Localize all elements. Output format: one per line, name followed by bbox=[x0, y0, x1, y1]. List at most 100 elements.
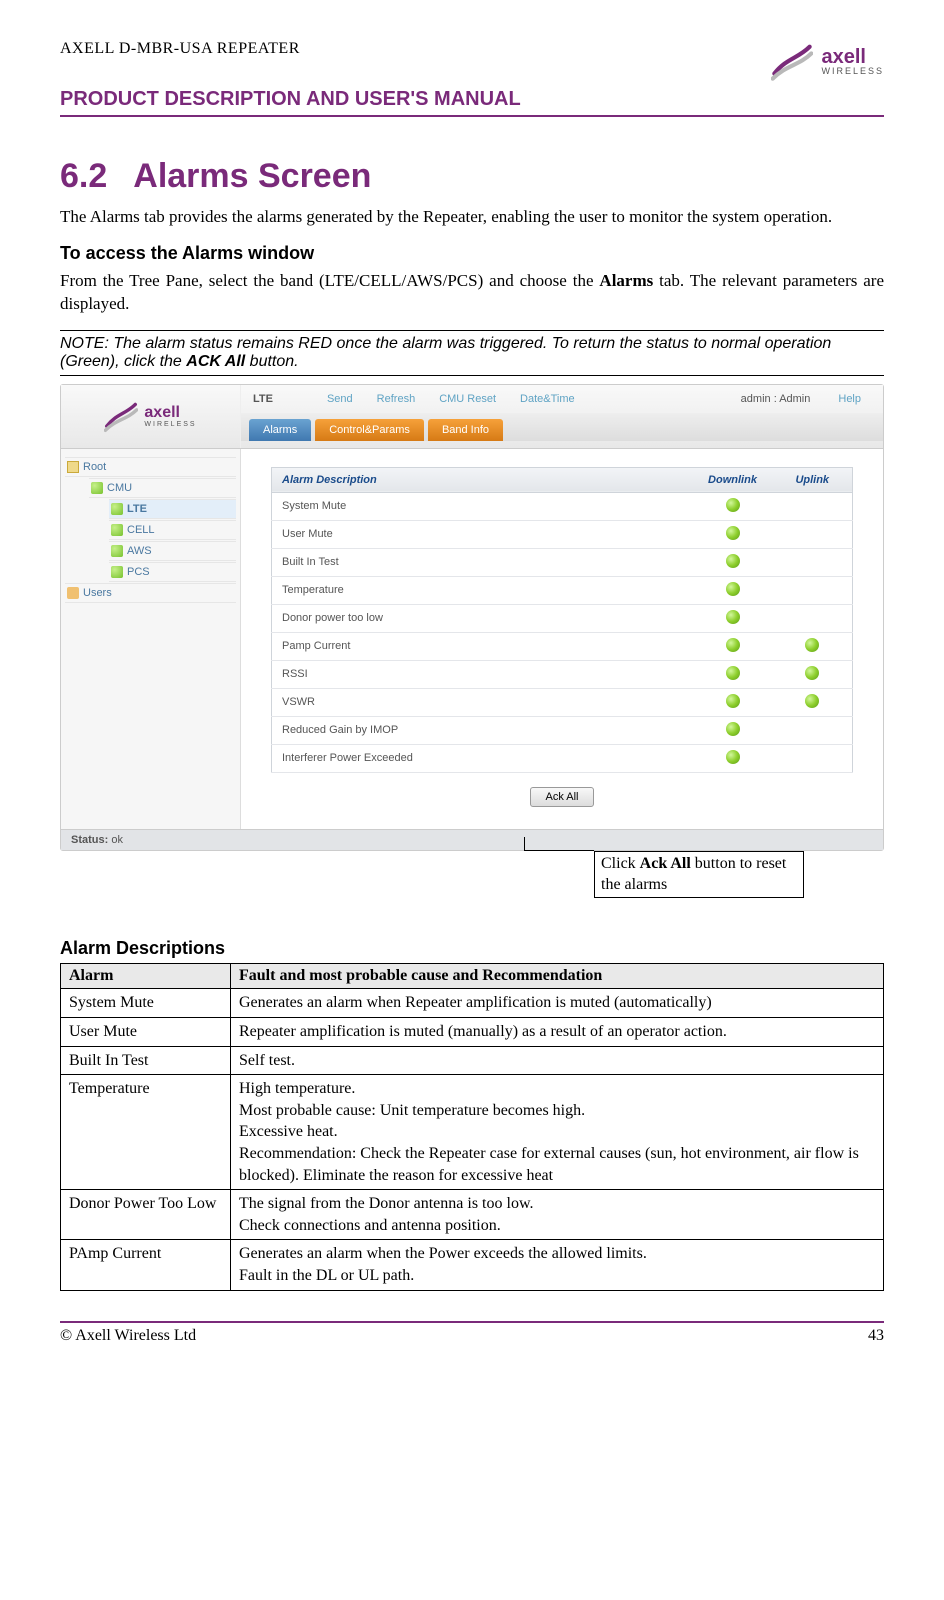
logo-name: axell bbox=[821, 47, 884, 67]
tree-lte[interactable]: LTE bbox=[109, 499, 236, 519]
page-footer: © Axell Wireless Ltd 43 bbox=[60, 1321, 884, 1345]
alarm-name: System Mute bbox=[272, 492, 693, 520]
node-icon bbox=[91, 482, 103, 494]
alarm-name: User Mute bbox=[272, 520, 693, 548]
alarm-name: Temperature bbox=[272, 576, 693, 604]
node-icon bbox=[111, 524, 123, 536]
alarm-desc-cell: Generates an alarm when the Power exceed… bbox=[231, 1240, 884, 1290]
table-row: User MuteRepeater amplification is muted… bbox=[61, 1018, 884, 1047]
table-row: User Mute bbox=[272, 520, 853, 548]
col-alarm-description: Alarm Description bbox=[272, 467, 693, 492]
downlink-led bbox=[693, 716, 773, 744]
downlink-led bbox=[693, 744, 773, 772]
led-green-icon bbox=[726, 666, 740, 680]
col-fault: Fault and most probable cause and Recomm… bbox=[231, 964, 884, 989]
table-row: PAmp CurrentGenerates an alarm when the … bbox=[61, 1240, 884, 1290]
alarm-name: Built In Test bbox=[272, 548, 693, 576]
table-row: Donor Power Too LowThe signal from the D… bbox=[61, 1190, 884, 1240]
alarm-name-cell: User Mute bbox=[61, 1018, 231, 1047]
downlink-led bbox=[693, 520, 773, 548]
menu-send[interactable]: Send bbox=[327, 393, 353, 405]
access-heading: To access the Alarms window bbox=[60, 243, 884, 264]
tree-users[interactable]: Users bbox=[65, 583, 236, 603]
alarm-name: Reduced Gain by IMOP bbox=[272, 716, 693, 744]
uplink-led bbox=[773, 548, 853, 576]
led-green-icon bbox=[805, 666, 819, 680]
table-row: RSSI bbox=[272, 660, 853, 688]
downlink-led bbox=[693, 492, 773, 520]
alarm-desc-cell: Self test. bbox=[231, 1046, 884, 1075]
uplink-led bbox=[773, 688, 853, 716]
access-body: From the Tree Pane, select the band (LTE… bbox=[60, 270, 884, 316]
uplink-led bbox=[773, 520, 853, 548]
node-icon bbox=[111, 566, 123, 578]
node-icon bbox=[111, 503, 123, 515]
led-green-icon bbox=[726, 722, 740, 736]
alarm-desc-cell: High temperature.Most probable cause: Un… bbox=[231, 1075, 884, 1190]
alarm-desc-cell: Generates an alarm when Repeater amplifi… bbox=[231, 989, 884, 1018]
section-number: 6.2 bbox=[60, 157, 107, 196]
alarm-name-cell: PAmp Current bbox=[61, 1240, 231, 1290]
led-green-icon bbox=[726, 498, 740, 512]
alarm-name-cell: Temperature bbox=[61, 1075, 231, 1190]
uplink-led bbox=[773, 716, 853, 744]
section-heading: 6.2 Alarms Screen bbox=[60, 157, 884, 196]
manual-title: PRODUCT DESCRIPTION AND USER'S MANUAL bbox=[60, 88, 884, 117]
alarm-name-cell: Donor Power Too Low bbox=[61, 1190, 231, 1240]
tab-control-params[interactable]: Control&Params bbox=[315, 419, 424, 441]
alarm-descriptions-heading: Alarm Descriptions bbox=[60, 938, 884, 959]
folder-icon bbox=[67, 461, 79, 473]
menu-help[interactable]: Help bbox=[838, 393, 861, 405]
alarm-name-cell: Built In Test bbox=[61, 1046, 231, 1075]
ack-all-button[interactable]: Ack All bbox=[530, 787, 593, 807]
intro-paragraph: The Alarms tab provides the alarms gener… bbox=[60, 206, 884, 229]
tree-cmu[interactable]: CMU bbox=[89, 478, 236, 498]
uplink-led bbox=[773, 576, 853, 604]
alarm-name: Pamp Current bbox=[272, 632, 693, 660]
alarm-descriptions-table: Alarm Fault and most probable cause and … bbox=[60, 963, 884, 1290]
tab-alarms[interactable]: Alarms bbox=[249, 419, 311, 441]
admin-label: admin : Admin bbox=[741, 393, 811, 405]
table-row: Pamp Current bbox=[272, 632, 853, 660]
app-logo: axell WIRELESS bbox=[61, 385, 241, 448]
status-bar: Status: ok bbox=[61, 829, 883, 850]
menu-date-time[interactable]: Date&Time bbox=[520, 393, 575, 405]
downlink-led bbox=[693, 604, 773, 632]
tree-cell[interactable]: CELL bbox=[109, 520, 236, 540]
table-row: Interferer Power Exceeded bbox=[272, 744, 853, 772]
swoosh-icon bbox=[104, 399, 138, 433]
downlink-led bbox=[693, 576, 773, 604]
menu-cmu-reset[interactable]: CMU Reset bbox=[439, 393, 496, 405]
table-row: Built In TestSelf test. bbox=[61, 1046, 884, 1075]
logo-sub: WIRELESS bbox=[821, 67, 884, 76]
uplink-led bbox=[773, 604, 853, 632]
led-green-icon bbox=[726, 638, 740, 652]
led-green-icon bbox=[726, 526, 740, 540]
led-green-icon bbox=[726, 554, 740, 568]
tree-pcs[interactable]: PCS bbox=[109, 562, 236, 582]
tree-root[interactable]: Root bbox=[65, 457, 236, 477]
user-icon bbox=[67, 587, 79, 599]
uplink-led bbox=[773, 492, 853, 520]
uplink-led bbox=[773, 660, 853, 688]
swoosh-icon bbox=[771, 40, 813, 82]
downlink-led bbox=[693, 632, 773, 660]
downlink-led bbox=[693, 688, 773, 716]
tree-aws[interactable]: AWS bbox=[109, 541, 236, 561]
alarm-desc-cell: The signal from the Donor antenna is too… bbox=[231, 1190, 884, 1240]
downlink-led bbox=[693, 660, 773, 688]
table-row: Temperature bbox=[272, 576, 853, 604]
menu-refresh[interactable]: Refresh bbox=[377, 393, 416, 405]
alarm-name: VSWR bbox=[272, 688, 693, 716]
node-icon bbox=[111, 545, 123, 557]
tab-band-info[interactable]: Band Info bbox=[428, 419, 503, 441]
uplink-led bbox=[773, 632, 853, 660]
table-row: Built In Test bbox=[272, 548, 853, 576]
col-downlink: Downlink bbox=[693, 467, 773, 492]
tree-pane: Root CMU LTE CELL AWS PCS Users bbox=[61, 449, 241, 829]
table-row: TemperatureHigh temperature.Most probabl… bbox=[61, 1075, 884, 1190]
band-label: LTE bbox=[253, 393, 273, 405]
ack-all-callout: Click Ack All button to reset the alarms bbox=[534, 851, 834, 899]
section-name: Alarms Screen bbox=[133, 157, 371, 195]
table-row: System MuteGenerates an alarm when Repea… bbox=[61, 989, 884, 1018]
